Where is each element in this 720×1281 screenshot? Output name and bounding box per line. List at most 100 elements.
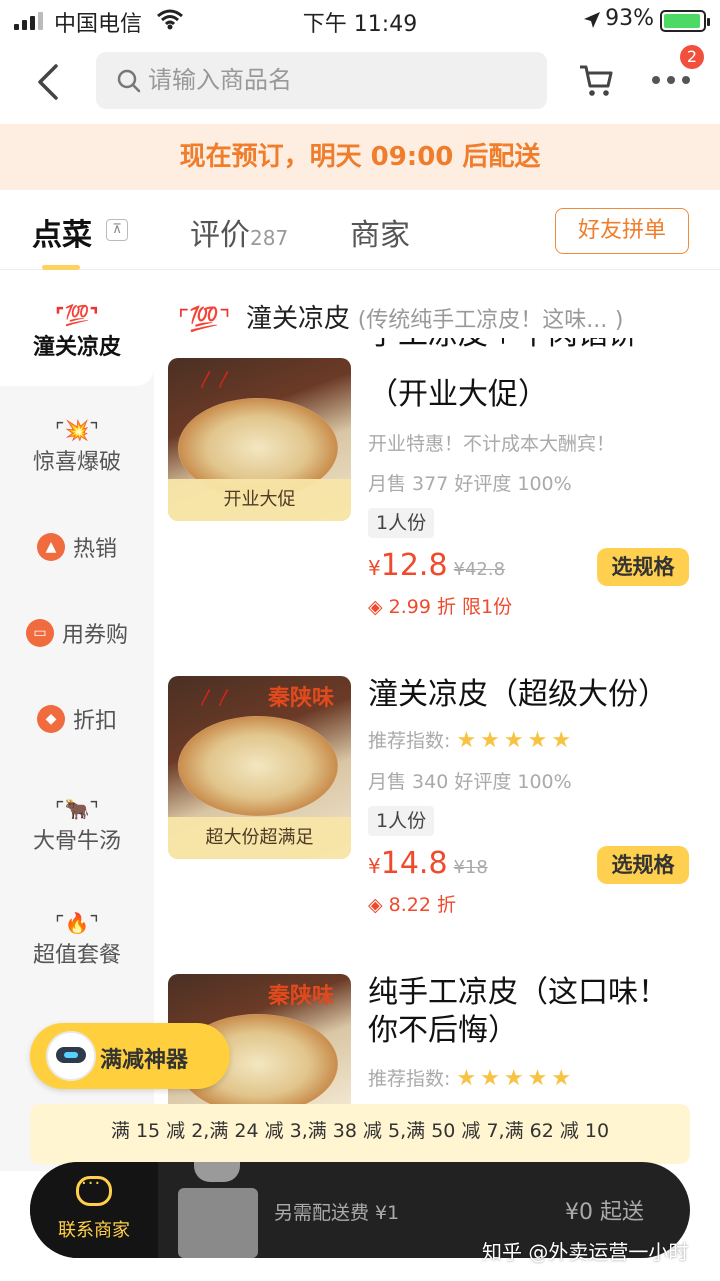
- brand-logo: 秦陕味: [268, 984, 335, 1009]
- group-order-button[interactable]: 好友拼单: [555, 208, 689, 254]
- min-order: ¥0 起送: [565, 1200, 644, 1225]
- cart-count-badge: 2: [680, 45, 704, 69]
- tab-bar: 点菜 ⊼ 评价287 商家 好友拼单: [0, 190, 720, 270]
- explosion-icon: ⌜💥⌝: [55, 418, 99, 442]
- price-value: 12.8: [380, 548, 448, 583]
- sort-icon[interactable]: ⊼: [106, 219, 128, 241]
- sidebar-item-label: 惊喜爆破: [32, 450, 121, 475]
- robot-icon: [46, 1031, 96, 1081]
- category-description-close: ): [614, 308, 624, 333]
- product-name: 纯手工凉皮（这口味！: [368, 975, 668, 1010]
- product-name-line1: 手工凉皮＋牛肉馅饼: [368, 338, 638, 352]
- recommend-label: 推荐指数:: [368, 1068, 451, 1090]
- brand-logo: 秦陕味: [268, 686, 335, 711]
- product-card[interactable]: 秦陕味 纯手工凉皮（这口味！ 你不后悔） 推荐指数: ★★★★★: [168, 974, 708, 1104]
- select-spec-button[interactable]: 选规格: [597, 548, 689, 586]
- back-arrow-icon[interactable]: [34, 62, 64, 102]
- discount-tag-icon: ◈: [368, 596, 389, 618]
- discount-bot-button[interactable]: 满减神器: [30, 1023, 230, 1089]
- contact-merchant-button[interactable]: 联系商家: [30, 1162, 158, 1258]
- battery-icon: [660, 10, 710, 32]
- original-price: ¥42.8: [453, 559, 506, 580]
- product-image[interactable]: 〳〳 秦陕味 超大份超满足: [168, 676, 351, 859]
- fire-icon: ⌜🔥⌝: [55, 911, 99, 935]
- product-image-tag: 开业大促: [168, 479, 351, 521]
- discount-info: ◈ 8.22 折: [368, 890, 456, 917]
- delivery-fee: 另需配送费 ¥1: [274, 1202, 400, 1224]
- product-price: ¥14.8 ¥18: [368, 846, 488, 881]
- sidebar-item-label: 大骨牛汤: [32, 829, 121, 854]
- active-tab-indicator: [42, 265, 80, 270]
- tab-review-label: 评价: [190, 218, 250, 253]
- discount-text: 8.22 折: [388, 894, 457, 916]
- ox-icon: ⌜🐂⌝: [55, 797, 99, 821]
- search-input[interactable]: [148, 60, 528, 100]
- category-title: 潼关凉皮: [246, 304, 351, 334]
- flame-icon: ▲: [36, 533, 65, 561]
- hundred-icon: ⌜💯⌝: [178, 305, 231, 333]
- price-value: 14.8: [380, 846, 448, 881]
- battery-percent: 93%: [605, 6, 654, 31]
- sidebar-item-combo[interactable]: ⌜🔥⌝ 超值套餐: [0, 909, 154, 969]
- select-spec-button[interactable]: 选规格: [597, 846, 689, 884]
- category-description: (传统纯手工凉皮！这味...: [357, 308, 608, 333]
- tag-icon: ◆: [36, 705, 65, 733]
- sidebar-item-tongguan-liangpi[interactable]: ⌜💯⌝ 潼关凉皮: [0, 271, 154, 386]
- contact-merchant-label: 联系商家: [58, 1220, 130, 1241]
- chili-decoration: 〳〳: [198, 688, 234, 709]
- discount-text: 2.99 折 限1份: [388, 596, 513, 618]
- search-icon: [117, 69, 141, 93]
- ticket-icon: ▭: [25, 619, 54, 647]
- hundred-icon: ⌜💯⌝: [55, 303, 99, 327]
- tab-merchant[interactable]: 商家: [350, 210, 410, 254]
- product-image[interactable]: 〳〳 开业大促: [168, 358, 351, 521]
- star-rating: ★★★★★: [456, 728, 576, 753]
- sidebar-item-discount[interactable]: ◆ 折扣: [0, 703, 154, 735]
- product-name: 潼关凉皮（超级大份）: [368, 677, 668, 712]
- search-box[interactable]: [96, 52, 547, 109]
- product-name: （开业大促）: [368, 377, 548, 412]
- discount-info: ◈ 2.99 折 限1份: [368, 592, 512, 619]
- sidebar-item-beef-soup[interactable]: ⌜🐂⌝ 大骨牛汤: [0, 795, 154, 855]
- original-price: ¥18: [453, 857, 488, 878]
- tab-order[interactable]: 点菜: [32, 210, 92, 254]
- sidebar-item-label: 潼关凉皮: [32, 335, 121, 360]
- product-price: ¥12.8 ¥42.8: [368, 548, 506, 583]
- full-reduction-strip: 满 15 减 2,满 24 减 3,满 38 减 5,满 50 减 7,满 62…: [30, 1104, 690, 1164]
- discount-bot-label: 满减神器: [100, 1048, 189, 1073]
- recommend-row: 推荐指数: ★★★★★: [368, 726, 575, 753]
- product-stats: 月售 340 好评度 100%: [368, 771, 572, 793]
- sidebar-item-label: 热销: [72, 537, 117, 562]
- product-card[interactable]: 〳〳 开业大促 手工凉皮＋牛肉馅饼 （开业大促） 开业特惠！不计成本大酬宾！ 月…: [168, 338, 708, 628]
- sidebar-item-label: 折扣: [72, 709, 117, 734]
- sidebar-item-label: 超值套餐: [32, 943, 121, 968]
- chat-icon: [76, 1173, 112, 1206]
- watermark: 知乎 @外卖运营一小时: [482, 1240, 689, 1264]
- product-stats: 月售 377 好评度 100%: [368, 473, 572, 495]
- portion-tag: 1人份: [368, 806, 435, 836]
- recommend-row: 推荐指数: ★★★★★: [368, 1064, 575, 1091]
- sidebar-item-label: 用券购: [61, 623, 128, 648]
- product-card[interactable]: 〳〳 秦陕味 超大份超满足 潼关凉皮（超级大份） 推荐指数: ★★★★★ 月售 …: [168, 676, 708, 936]
- cart-icon[interactable]: [578, 62, 614, 98]
- category-header: ⌜💯⌝ 潼关凉皮 (传统纯手工凉皮！这味... ): [178, 298, 718, 335]
- product-tagline: 开业特惠！不计成本大酬宾！: [368, 433, 616, 455]
- location-arrow-icon: [584, 12, 600, 28]
- star-rating: ★★★★★: [456, 1066, 576, 1091]
- portion-tag: 1人份: [368, 508, 435, 538]
- status-bar: 中国电信 下午 11:49 93%: [0, 0, 720, 40]
- recommend-label: 推荐指数:: [368, 730, 451, 752]
- courier-icon: [170, 1162, 260, 1258]
- product-image-tag: 超大份超满足: [168, 817, 351, 859]
- chili-decoration: 〳〳: [198, 370, 234, 391]
- discount-tag-icon: ◈: [368, 894, 389, 916]
- more-options-icon[interactable]: [652, 76, 690, 84]
- sidebar-item-hot[interactable]: ▲ 热销: [0, 531, 154, 563]
- sidebar-item-surprise[interactable]: ⌜💥⌝ 惊喜爆破: [0, 416, 154, 476]
- sidebar-item-coupon[interactable]: ▭ 用券购: [0, 617, 154, 649]
- tab-review[interactable]: 评价287: [190, 210, 288, 254]
- product-name-line1-clipped: 手工凉皮＋牛肉馅饼: [368, 338, 708, 374]
- preorder-banner: 现在预订，明天 09:00 后配送: [0, 124, 720, 190]
- product-name-line2: 你不后悔）: [368, 1013, 518, 1048]
- search-header: 2: [0, 40, 720, 124]
